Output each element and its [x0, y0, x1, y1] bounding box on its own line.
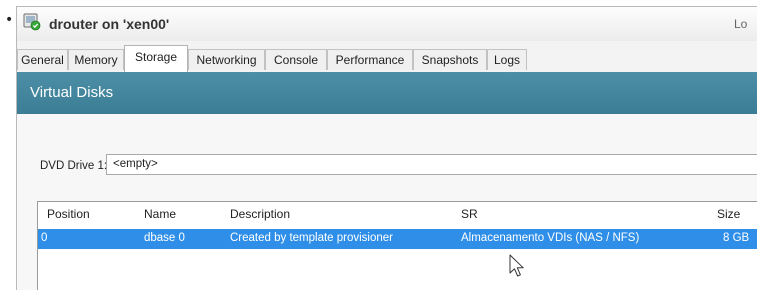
- column-header-position[interactable]: Position: [47, 207, 90, 221]
- column-header-size[interactable]: Size: [717, 207, 740, 221]
- tab-console[interactable]: Console: [265, 49, 327, 70]
- section-title: Virtual Disks: [30, 84, 114, 101]
- cell-size: 8 GB: [723, 232, 750, 244]
- tab-networking[interactable]: Networking: [188, 49, 265, 70]
- column-header-sr[interactable]: SR: [461, 207, 478, 221]
- tab-snapshots[interactable]: Snapshots: [413, 49, 487, 70]
- cell-position: 0: [41, 232, 48, 244]
- dvd-drive-select[interactable]: <empty>: [106, 154, 757, 175]
- title-right-text[interactable]: Lo: [734, 17, 757, 31]
- tab-logs[interactable]: Logs: [487, 49, 527, 70]
- tab-performance[interactable]: Performance: [327, 49, 413, 70]
- column-header-description[interactable]: Description: [230, 207, 290, 221]
- window-title: drouter on 'xen00': [49, 16, 170, 32]
- xencenter-window: drouter on 'xen00' Lo General Memory Sto…: [16, 6, 757, 290]
- mouse-pointer-icon: [509, 254, 524, 277]
- tab-bar: General Memory Storage Networking Consol…: [17, 41, 757, 73]
- storage-panel: DVD Drive 1: <empty> Position Name Descr…: [17, 114, 757, 290]
- dvd-drive-value: <empty>: [113, 158, 158, 170]
- vm-running-icon: [23, 13, 41, 31]
- title-bar: drouter on 'xen00' Lo: [17, 7, 757, 42]
- tab-storage[interactable]: Storage: [124, 45, 188, 72]
- table-header: Position Name Description SR Size: [38, 202, 757, 225]
- virtual-disks-header: Virtual Disks: [17, 72, 757, 114]
- cell-description: Created by template provisioner: [230, 232, 393, 244]
- tab-general[interactable]: General: [17, 49, 68, 70]
- cell-sr: Almacenamento VDIs (NAS / NFS): [461, 232, 640, 244]
- cell-name: dbase 0: [144, 232, 185, 244]
- table-row[interactable]: 0 dbase 0 Created by template provisione…: [38, 229, 757, 249]
- list-bullet: •: [5, 12, 14, 28]
- tab-memory[interactable]: Memory: [68, 49, 124, 70]
- virtual-disks-table: Position Name Description SR Size 0 dbas…: [37, 201, 757, 290]
- dvd-drive-label: DVD Drive 1:: [40, 160, 108, 172]
- column-header-name[interactable]: Name: [144, 207, 176, 221]
